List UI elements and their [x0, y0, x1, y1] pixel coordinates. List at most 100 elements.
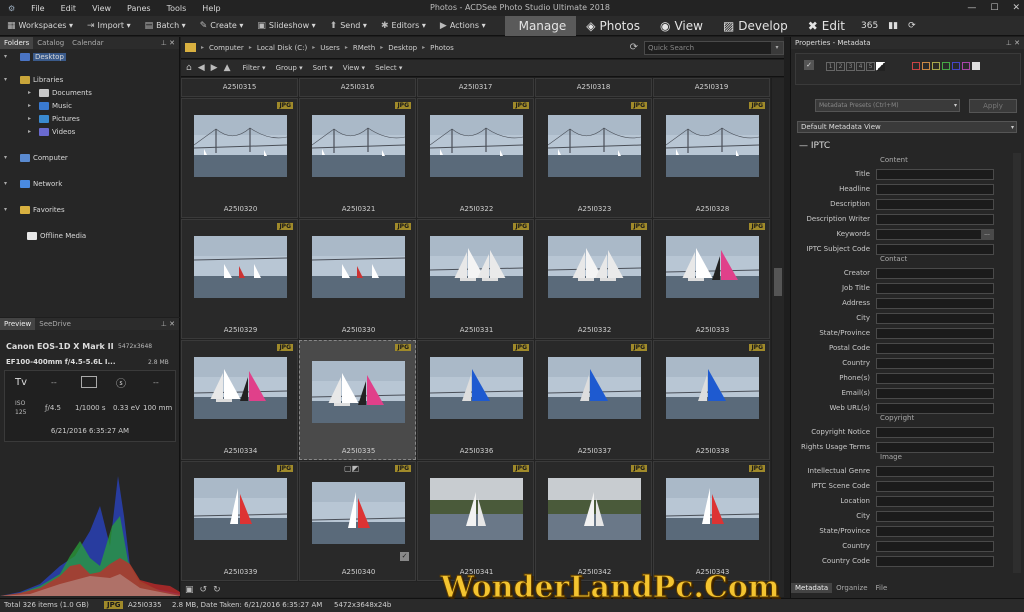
expand-arrow-icon[interactable]: ▸: [28, 115, 36, 122]
thumbnail-card[interactable]: JPG A25I0328: [653, 98, 770, 218]
rating-button[interactable]: 3: [846, 62, 855, 71]
metadata-field-input[interactable]: [876, 243, 994, 255]
thumbnail-card[interactable]: JPG A25I0342: [535, 461, 652, 581]
folder-tree-item[interactable]: ▾ Network: [4, 178, 62, 189]
back-icon[interactable]: ◀: [198, 63, 205, 73]
metadata-field-input[interactable]: [876, 342, 994, 354]
metadata-field-input[interactable]: [876, 402, 994, 414]
thumbnail-image[interactable]: [194, 478, 287, 540]
maximize-icon[interactable]: ☐: [990, 3, 998, 13]
mode-develop-button[interactable]: ▨ Develop: [713, 16, 798, 36]
thumbnail-image[interactable]: [194, 357, 287, 419]
tab-file[interactable]: File: [872, 583, 892, 593]
folder-tree-item[interactable]: ▾ Libraries: [4, 74, 63, 85]
expand-arrow-icon[interactable]: ▸: [28, 89, 36, 96]
metadata-field-input[interactable]: [876, 213, 994, 225]
expand-arrow-icon[interactable]: ▸: [28, 128, 36, 135]
color-label-blue[interactable]: [952, 62, 960, 70]
overlay-icons[interactable]: ▢◩: [344, 464, 359, 473]
menu-view[interactable]: View: [84, 4, 119, 13]
breadcrumb-item[interactable]: Computer: [209, 44, 244, 52]
toolbar-batch-button[interactable]: ▤ Batch ▾: [138, 21, 193, 31]
color-label-clear[interactable]: [972, 62, 980, 70]
rating-button[interactable]: 5: [866, 62, 875, 71]
metadata-view-select[interactable]: Default Metadata View ▾: [797, 121, 1017, 133]
toolbar-import-button[interactable]: ⇥ Import ▾: [80, 21, 138, 31]
app-logo-icon[interactable]: ⚙: [0, 4, 23, 13]
selected-check-icon[interactable]: ✓: [400, 552, 409, 561]
quick-search[interactable]: Quick Search ▾: [644, 40, 784, 55]
breadcrumb-item[interactable]: Photos: [430, 44, 454, 52]
menu-file[interactable]: File: [23, 4, 52, 13]
color-label-orange[interactable]: [922, 62, 930, 70]
metadata-field-input[interactable]: [876, 555, 994, 567]
metadata-presets-select[interactable]: Metadata Presets (Ctrl+M) ▾: [815, 99, 960, 112]
thumbnail-image[interactable]: [666, 357, 759, 419]
filter-menu[interactable]: Group ▾: [276, 64, 303, 72]
metadata-field-input[interactable]: [876, 198, 994, 210]
tab-catalog[interactable]: Catalog: [33, 37, 68, 49]
thumbnail-image[interactable]: [666, 478, 759, 540]
metadata-field-input[interactable]: [876, 357, 994, 369]
thumbnail-image[interactable]: [548, 115, 641, 177]
thumbnail-image[interactable]: [430, 478, 523, 540]
breadcrumb-item[interactable]: RMeth: [353, 44, 375, 52]
thumbnail-card[interactable]: JPG A25I0341: [417, 461, 534, 581]
thumbnail-image[interactable]: [312, 482, 405, 544]
metadata-field-input[interactable]: [876, 495, 994, 507]
folder-tree-item[interactable]: ▾ Favorites: [4, 204, 65, 215]
thumbnail-card[interactable]: JPG A25I0338: [653, 340, 770, 460]
thumbnail-card[interactable]: JPG A25I0323: [535, 98, 652, 218]
thumbnail-caption[interactable]: A25I0317: [417, 78, 534, 97]
folder-tree-item[interactable]: ▸ Pictures: [28, 113, 80, 124]
thumbnail-image[interactable]: [430, 115, 523, 177]
refresh-icon[interactable]: ⟳: [630, 42, 638, 53]
folder-tree-item[interactable]: ▸ Documents: [28, 87, 92, 98]
tab-preview[interactable]: Preview: [0, 318, 36, 330]
metadata-field-input[interactable]: [876, 387, 994, 399]
pin-close-icons[interactable]: ⊥ ✕: [161, 39, 179, 47]
thumbnail-image[interactable]: [666, 115, 759, 177]
rotate-right-icon[interactable]: ↻: [213, 585, 221, 595]
dashboard-icon[interactable]: ▮▮: [888, 21, 898, 31]
thumbnail-image[interactable]: [194, 115, 287, 177]
folder-tree-item[interactable]: Offline Media: [4, 230, 86, 241]
thumbnail-card[interactable]: JPG A25I0331: [417, 219, 534, 339]
thumbnail-image[interactable]: [312, 236, 405, 298]
iptc-section-header[interactable]: — IPTC: [799, 141, 830, 151]
toolbar-editors-button[interactable]: ✱ Editors ▾: [374, 21, 433, 31]
menu-tools[interactable]: Tools: [159, 4, 195, 13]
metadata-field-input[interactable]: [876, 510, 994, 522]
toolbar-slideshow-button[interactable]: ▣ Slideshow ▾: [250, 21, 322, 31]
metadata-field-input[interactable]: [876, 312, 994, 324]
metadata-field-input[interactable]: [876, 183, 994, 195]
metadata-field-input[interactable]: [876, 297, 994, 309]
expand-arrow-icon[interactable]: ▸: [28, 102, 36, 109]
toolbar-send-button[interactable]: ⬆ Send ▾: [323, 21, 374, 31]
metadata-field-input[interactable]: ...: [876, 228, 994, 240]
color-label-yellow[interactable]: [932, 62, 940, 70]
thumbnail-card[interactable]: JPG A25I0330: [299, 219, 416, 339]
tab-folders[interactable]: Folders: [0, 37, 34, 49]
close-icon[interactable]: ✕: [1012, 3, 1020, 13]
tab-organize[interactable]: Organize: [832, 583, 871, 593]
metadata-field-input[interactable]: [876, 327, 994, 339]
toolbar-workspaces-button[interactable]: ▦ Workspaces ▾: [0, 21, 80, 31]
metadata-field-input[interactable]: [876, 480, 994, 492]
menu-help[interactable]: Help: [194, 4, 228, 13]
metadata-field-input[interactable]: [876, 426, 994, 438]
pin-close-icons[interactable]: ⊥ ✕: [161, 320, 179, 328]
metadata-field-input[interactable]: [876, 372, 994, 384]
tag-checkbox[interactable]: ✓: [804, 60, 814, 70]
thumbnail-image[interactable]: [548, 478, 641, 540]
menu-panes[interactable]: Panes: [119, 4, 159, 13]
tab-seedrive[interactable]: SeeDrive: [35, 318, 75, 330]
grid-scrollbar[interactable]: [772, 78, 784, 583]
thumbnail-card[interactable]: JPG A25I0321: [299, 98, 416, 218]
save-icon[interactable]: ▣: [185, 585, 194, 595]
up-icon[interactable]: ▲: [224, 63, 231, 73]
filter-menu[interactable]: Sort ▾: [313, 64, 333, 72]
thumbnail-card[interactable]: JPG A25I0339: [181, 461, 298, 581]
pin-close-icons[interactable]: ⊥ ✕: [1006, 39, 1024, 47]
thumbnail-card[interactable]: JPG A25I0320: [181, 98, 298, 218]
